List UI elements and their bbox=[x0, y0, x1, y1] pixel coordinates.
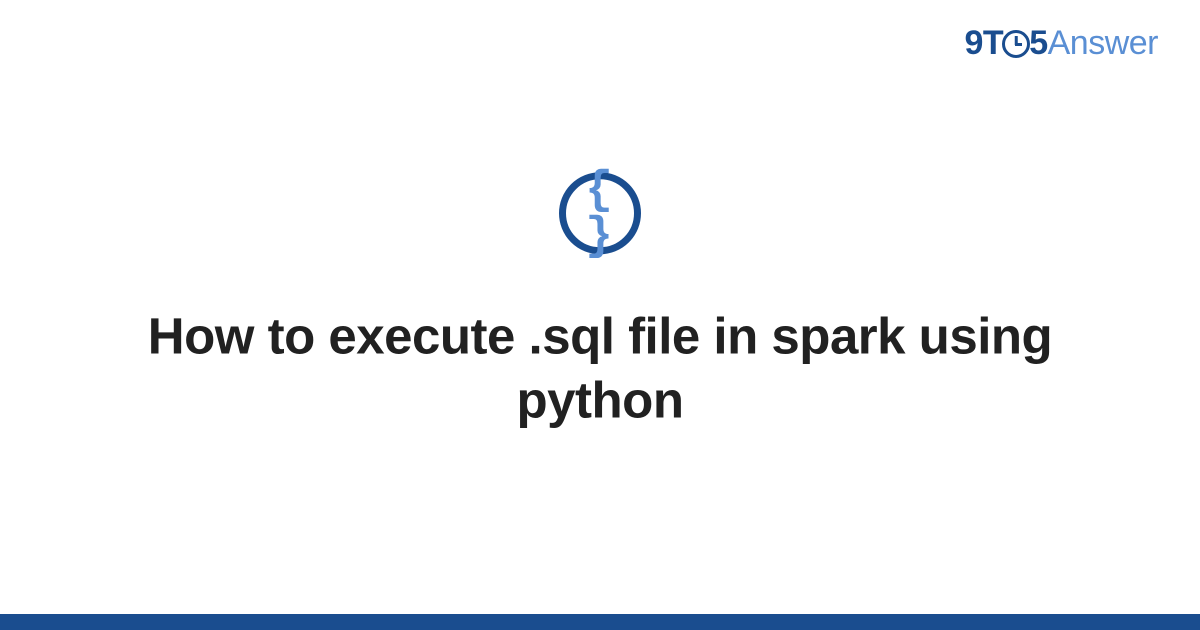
logo-five: 5 bbox=[1029, 24, 1047, 62]
logo-answer: Answer bbox=[1048, 24, 1158, 62]
page-title: How to execute .sql file in spark using … bbox=[0, 305, 1200, 433]
code-braces-icon: { } bbox=[559, 173, 641, 255]
logo-nine: 9 bbox=[965, 24, 983, 62]
braces-glyph: { } bbox=[566, 168, 634, 260]
clock-icon bbox=[1002, 30, 1030, 58]
logo-t: T bbox=[983, 24, 1003, 62]
main-content: { } How to execute .sql file in spark us… bbox=[0, 173, 1200, 433]
site-logo: 9T5Answer bbox=[965, 24, 1159, 63]
footer-accent-bar bbox=[0, 614, 1200, 630]
